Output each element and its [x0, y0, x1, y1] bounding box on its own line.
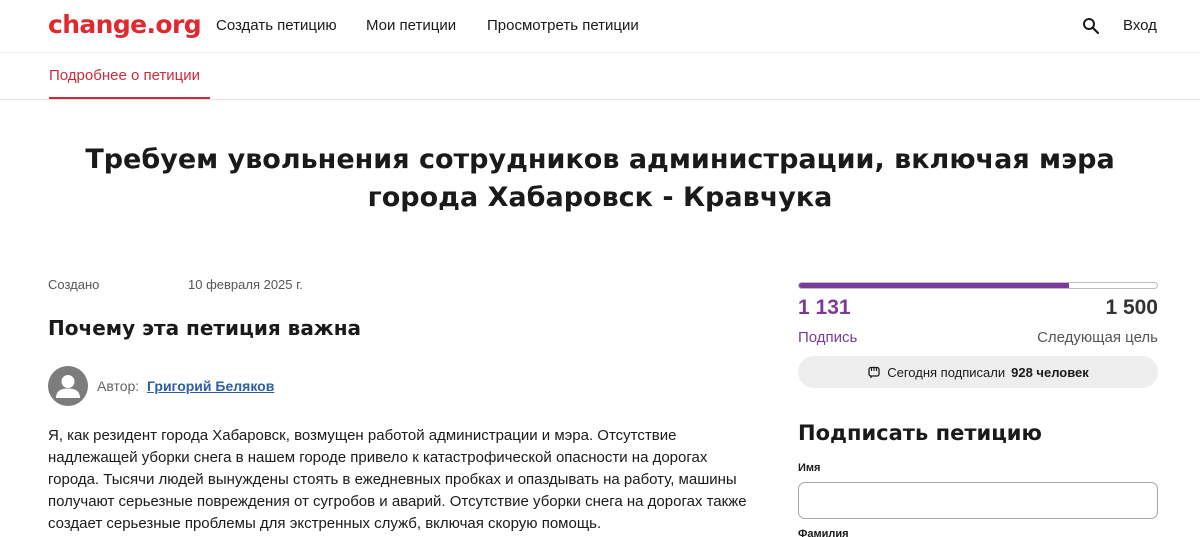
created-label: Создано — [48, 277, 100, 292]
created-date: 10 февраля 2025 г. — [188, 277, 303, 292]
why-important-heading: Почему эта петиция важна — [48, 316, 362, 340]
petition-title: Требуем увольнения сотрудников администр… — [85, 144, 1115, 213]
goal-count: 1 500 — [1105, 296, 1158, 319]
last-name-label: Фамилия — [798, 528, 849, 537]
user-avatar-icon — [56, 375, 80, 398]
signature-count: 1 131 — [798, 296, 851, 319]
petition-body: Я, как резидент города Хабаровск, возмущ… — [48, 427, 747, 532]
today-signed-prefix: Сегодня подписали — [887, 364, 1006, 380]
petition-tab-bar: Подробнее о петиции — [0, 53, 1200, 100]
author-avatar[interactable] — [48, 366, 88, 406]
nav-browse-petitions[interactable]: Просмотреть петиции — [487, 17, 639, 34]
nav-my-petitions[interactable]: Мои петиции — [366, 17, 456, 34]
signature-label: Подпись — [798, 329, 858, 346]
search-icon[interactable] — [1082, 17, 1100, 35]
today-signed-count: 928 человек — [1011, 364, 1089, 380]
login-link[interactable]: Вход — [1123, 17, 1157, 34]
author-prefix: Автор: — [97, 378, 140, 394]
first-name-field[interactable] — [798, 482, 1158, 519]
sign-petition-heading: Подписать петицию — [798, 421, 1042, 445]
nav-create-petition[interactable]: Создать петицию — [216, 17, 337, 34]
first-name-label: Имя — [798, 462, 821, 474]
tab-petition-details[interactable]: Подробнее о петиции — [49, 67, 200, 84]
signature-progress-fill — [799, 283, 1069, 288]
change-org-logo[interactable]: change.org — [48, 10, 202, 39]
signature-progress-bar — [798, 282, 1158, 289]
author-name-link[interactable]: Григорий Беляков — [147, 378, 274, 394]
goal-label: Следующая цель — [1037, 329, 1158, 346]
tab-active-indicator — [49, 97, 210, 99]
today-signed-badge: Сегодня подписали 928 человек — [798, 356, 1158, 388]
top-navigation-bar: change.org Создать петицию Мои петиции П… — [0, 0, 1200, 53]
raised-fist-icon — [868, 366, 880, 378]
